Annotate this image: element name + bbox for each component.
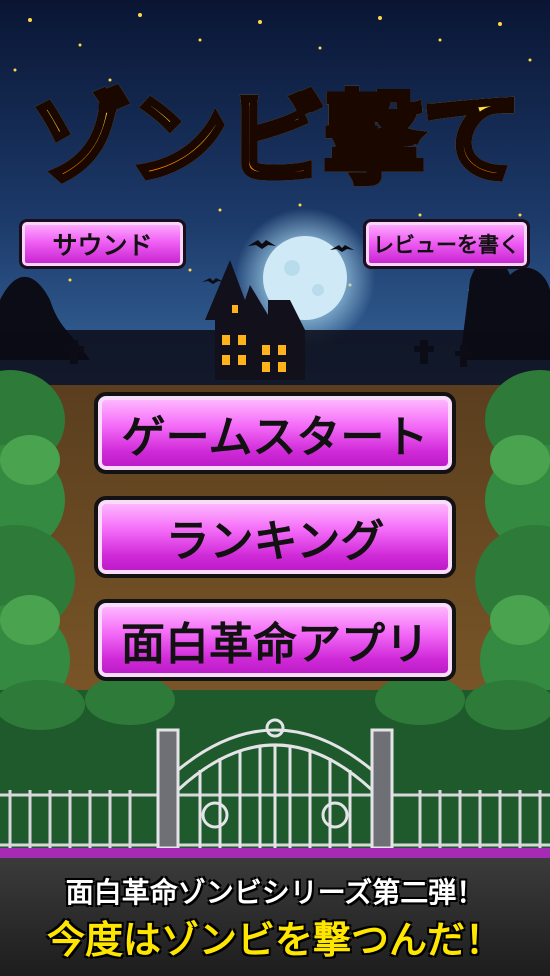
game-title: ゾンビ撃て [0,79,550,201]
ranking-button[interactable]: ランキング [94,496,456,578]
sound-button[interactable]: サウンド [19,219,186,269]
more-apps-button[interactable]: 面白革命アプリ [94,599,456,681]
write-review-button[interactable]: レビューを書く [363,219,530,269]
footer-subtitle: 面白革命ゾンビシリーズ第二弾！ [65,876,485,909]
footer-banner: 面白革命ゾンビシリーズ第二弾！ 今度はゾンビを撃つんだ！ [0,860,550,976]
footer-tagline: 今度はゾンビを撃つんだ！ [46,918,503,962]
footer-stripe [0,848,550,858]
title-screen: ゾンビ撃て サウンド レビューを書く ゲームスタート ランキング 面白革命アプリ… [0,0,550,976]
game-start-button[interactable]: ゲームスタート [94,392,456,474]
